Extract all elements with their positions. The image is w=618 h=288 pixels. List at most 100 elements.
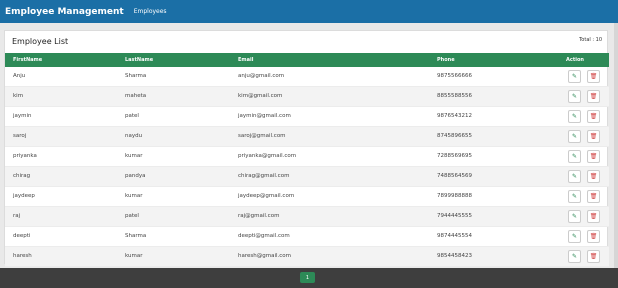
cell-lastname: patel [125, 213, 139, 219]
delete-button[interactable]: 🗑 [587, 230, 600, 243]
table-row: Anju Sharma anju@gmail.com 9875566666 ✎ … [5, 67, 609, 87]
cell-phone: 7288569695 [437, 153, 472, 159]
pencil-icon: ✎ [571, 233, 578, 240]
app-title[interactable]: Employee Management [5, 7, 124, 17]
table-row: kim maheta kim@gmail.com 8855588556 ✎ 🗑 [5, 87, 609, 107]
edit-button[interactable]: ✎ [568, 230, 581, 243]
cell-email: saroj@gmail.com [238, 133, 286, 139]
cell-firstname: priyanka [13, 153, 37, 159]
cell-phone: 8855588556 [437, 93, 472, 99]
delete-button[interactable]: 🗑 [587, 110, 600, 123]
edit-button[interactable]: ✎ [568, 70, 581, 83]
cell-firstname: kim [13, 93, 24, 99]
cell-email: chirag@gmail.com [238, 173, 290, 179]
trash-icon: 🗑 [589, 253, 598, 260]
delete-button[interactable]: 🗑 [587, 190, 600, 203]
table-body: Anju Sharma anju@gmail.com 9875566666 ✎ … [5, 67, 609, 267]
cell-email: jaymin@gmail.com [238, 113, 291, 119]
cell-lastname: naydu [125, 133, 143, 139]
page-button[interactable]: 1 [300, 272, 315, 283]
trash-icon: 🗑 [589, 233, 598, 240]
cell-firstname: jaydeep [13, 193, 35, 199]
page-title: Employee List [12, 37, 69, 46]
cell-firstname: saroj [13, 133, 27, 139]
cell-phone: 9875566666 [437, 73, 472, 79]
cell-lastname: pandya [125, 173, 146, 179]
pencil-icon: ✎ [571, 153, 578, 160]
cell-email: anju@gmail.com [238, 73, 285, 79]
cell-email: haresh@gmail.com [238, 253, 292, 259]
cell-email: jaydeep@gmail.com [238, 193, 295, 199]
pencil-icon: ✎ [571, 193, 578, 200]
header-email: Email [238, 57, 254, 63]
total-count: Total : 10 [579, 37, 602, 43]
pencil-icon: ✎ [571, 133, 578, 140]
edit-button[interactable]: ✎ [568, 210, 581, 223]
trash-icon: 🗑 [589, 193, 598, 200]
vertical-scrollbar[interactable] [614, 23, 618, 268]
edit-button[interactable]: ✎ [568, 250, 581, 263]
cell-email: kim@gmail.com [238, 93, 283, 99]
edit-button[interactable]: ✎ [568, 90, 581, 103]
pencil-icon: ✎ [571, 213, 578, 220]
page-number: 1 [305, 274, 310, 281]
delete-button[interactable]: 🗑 [587, 90, 600, 103]
edit-button[interactable]: ✎ [568, 170, 581, 183]
cell-email: priyanka@gmail.com [238, 153, 297, 159]
table-row: haresh kumar haresh@gmail.com 9854458423… [5, 247, 609, 267]
cell-phone: 9876543212 [437, 113, 472, 119]
delete-button[interactable]: 🗑 [587, 170, 600, 183]
table-row: deepti Sharma deepti@gmail.com 987444555… [5, 227, 609, 247]
cell-firstname: jaymin [13, 113, 32, 119]
trash-icon: 🗑 [589, 93, 598, 100]
table-row: chirag pandya chirag@gmail.com 748856456… [5, 167, 609, 187]
trash-icon: 🗑 [589, 133, 598, 140]
pencil-icon: ✎ [571, 253, 578, 260]
pencil-icon: ✎ [571, 173, 578, 180]
delete-button[interactable]: 🗑 [587, 150, 600, 163]
cell-lastname: maheta [125, 93, 147, 99]
cell-lastname: Sharma [125, 73, 147, 79]
cell-phone: 9874445554 [437, 233, 472, 239]
cell-email: deepti@gmail.com [238, 233, 290, 239]
delete-button[interactable]: 🗑 [587, 250, 600, 263]
table-row: jaydeep kumar jaydeep@gmail.com 78999888… [5, 187, 609, 207]
edit-button[interactable]: ✎ [568, 110, 581, 123]
delete-button[interactable]: 🗑 [587, 210, 600, 223]
table-header: FirstName LastName Email Phone Action [5, 53, 609, 67]
cell-lastname: patel [125, 113, 139, 119]
pencil-icon: ✎ [571, 113, 578, 120]
edit-button[interactable]: ✎ [568, 130, 581, 143]
footer-pagination-bar: 1 [0, 268, 618, 288]
delete-button[interactable]: 🗑 [587, 70, 600, 83]
trash-icon: 🗑 [589, 73, 598, 80]
header-lastname: LastName [125, 57, 154, 63]
cell-lastname: kumar [125, 153, 143, 159]
cell-firstname: haresh [13, 253, 32, 259]
edit-button[interactable]: ✎ [568, 150, 581, 163]
cell-phone: 8745896655 [437, 133, 472, 139]
trash-icon: 🗑 [589, 173, 598, 180]
nav-link-employees[interactable]: Employees [134, 8, 167, 15]
header-action: Action [566, 57, 584, 63]
table-row: saroj naydu saroj@gmail.com 8745896655 ✎… [5, 127, 609, 147]
delete-button[interactable]: 🗑 [587, 130, 600, 143]
cell-phone: 7899988888 [437, 193, 472, 199]
employee-list-card: Employee List Total : 10 FirstName LastN… [4, 30, 609, 267]
pencil-icon: ✎ [571, 73, 578, 80]
cell-lastname: Sharma [125, 233, 147, 239]
cell-firstname: deepti [13, 233, 31, 239]
header-phone: Phone [437, 57, 455, 63]
table-row: priyanka kumar priyanka@gmail.com 728856… [5, 147, 609, 167]
cell-firstname: raj [13, 213, 21, 219]
edit-button[interactable]: ✎ [568, 190, 581, 203]
cell-email: raj@gmail.com [238, 213, 280, 219]
trash-icon: 🗑 [589, 213, 598, 220]
cell-phone: 7944445555 [437, 213, 472, 219]
cell-phone: 9854458423 [437, 253, 472, 259]
top-navbar: Employee Management Employees [0, 0, 618, 23]
trash-icon: 🗑 [589, 113, 598, 120]
trash-icon: 🗑 [589, 153, 598, 160]
table-row: raj patel raj@gmail.com 7944445555 ✎ 🗑 [5, 207, 609, 227]
cell-firstname: Anju [13, 73, 26, 79]
